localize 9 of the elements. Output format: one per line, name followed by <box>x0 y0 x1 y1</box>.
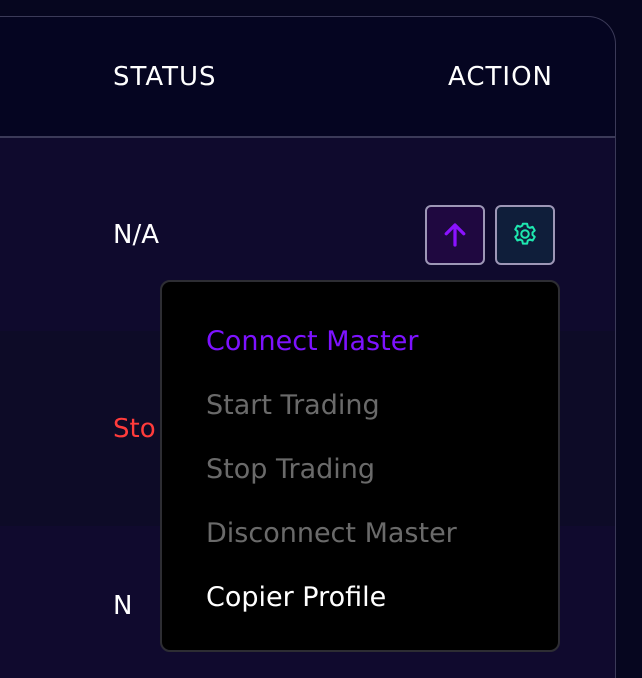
status-text: N/A <box>113 220 159 250</box>
menu-item[interactable]: Copier Profile <box>206 566 558 630</box>
status-text: Sto <box>113 414 156 444</box>
column-header: STATUS <box>113 62 217 92</box>
column-header: ACTION <box>448 62 553 92</box>
settings-button[interactable] <box>495 204 555 264</box>
menu-item[interactable]: Connect Master <box>206 310 558 374</box>
status-text: N <box>113 591 132 621</box>
upload-button[interactable] <box>425 204 485 264</box>
